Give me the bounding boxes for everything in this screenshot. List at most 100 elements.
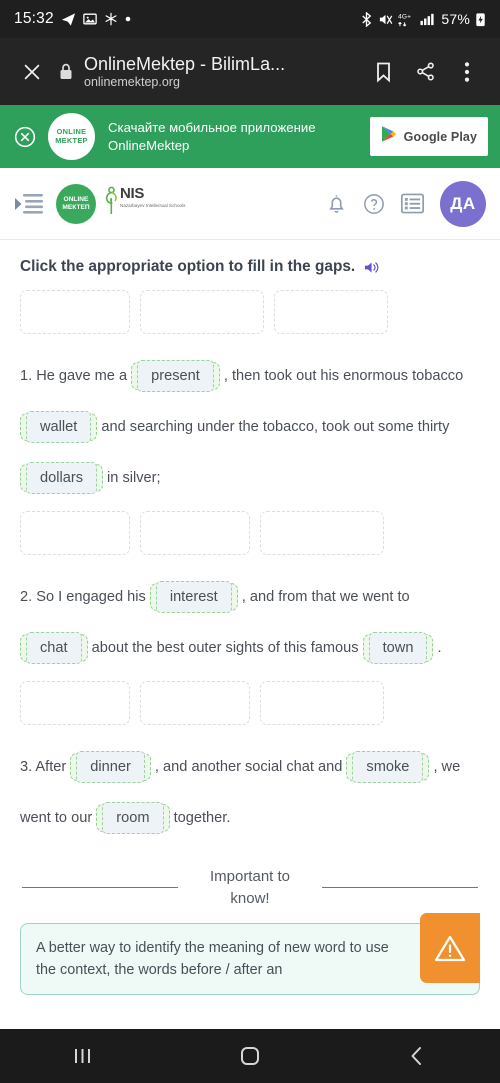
bell-icon[interactable] bbox=[326, 193, 347, 215]
sentence-text: in silver; bbox=[103, 470, 161, 486]
dropzone[interactable] bbox=[20, 290, 130, 334]
android-status-bar: 15:32 4G+ 57% bbox=[0, 0, 500, 38]
chip-label: dollars bbox=[26, 462, 97, 495]
dot-icon bbox=[125, 16, 131, 22]
status-bar-clock: 15:32 bbox=[14, 10, 54, 27]
sentence-text: 2. So I engaged his bbox=[20, 589, 150, 605]
promo-text: Скачайте мобильное приложение OnlineMekt… bbox=[108, 119, 316, 153]
lock-icon bbox=[52, 63, 80, 80]
nis-subtitle: Nazarbayev Intellectual Schools bbox=[120, 203, 186, 208]
onlinemektep-logo: ONLINE МЕКТЕП bbox=[56, 183, 96, 224]
dropzone[interactable] bbox=[274, 290, 388, 334]
google-play-label: Google Play bbox=[403, 129, 477, 144]
user-avatar[interactable]: ДА bbox=[440, 180, 486, 227]
google-play-button[interactable]: Google Play bbox=[369, 117, 488, 156]
filled-chip[interactable]: chat bbox=[20, 632, 88, 665]
back-icon[interactable] bbox=[377, 1045, 457, 1067]
exercise-block-1: 1. He gave me a present , then took out … bbox=[20, 290, 480, 504]
speaker-icon[interactable] bbox=[364, 260, 381, 275]
telegram-icon bbox=[61, 12, 76, 27]
address-display[interactable]: OnlineMektep - BilimLa... onlinemektep.o… bbox=[80, 54, 362, 90]
header-logo-line2: МЕКТЕП bbox=[62, 203, 90, 211]
battery-icon bbox=[475, 12, 486, 27]
dropzone[interactable] bbox=[20, 511, 130, 555]
sentence-1: 1. He gave me a present , then took out … bbox=[20, 351, 480, 504]
filled-chip[interactable]: dollars bbox=[20, 462, 103, 495]
page-url: onlinemektep.org bbox=[84, 75, 180, 90]
dropzone[interactable] bbox=[140, 290, 264, 334]
dropzone-row-1 bbox=[20, 290, 480, 334]
dropzone-row-3 bbox=[20, 681, 480, 725]
filled-chip[interactable]: present bbox=[131, 360, 220, 393]
close-circle-icon[interactable] bbox=[12, 126, 38, 148]
important-label: Important to know! bbox=[209, 868, 291, 907]
phone-screen: 15:32 4G+ 57% OnlineMektep - BilimLa... … bbox=[0, 0, 500, 1083]
home-icon[interactable] bbox=[210, 1045, 290, 1067]
dropzone[interactable] bbox=[260, 681, 384, 725]
chip-label: chat bbox=[26, 632, 82, 665]
status-bar-right: 4G+ 57% bbox=[360, 11, 486, 27]
sentence-text: about the best outer sights of this famo… bbox=[87, 640, 363, 656]
chip-label: town bbox=[368, 632, 428, 665]
sidebar-toggle-icon[interactable] bbox=[14, 192, 56, 216]
filled-chip[interactable]: dinner bbox=[70, 751, 151, 784]
sentence-text: and searching under the tobacco, took ou… bbox=[97, 419, 450, 435]
snowflake-icon bbox=[104, 12, 118, 26]
warning-triangle-icon bbox=[420, 912, 480, 983]
svg-text:4G+: 4G+ bbox=[398, 13, 411, 20]
dropzone[interactable] bbox=[140, 511, 250, 555]
promo-logo-line2: MEKTEP bbox=[55, 135, 88, 145]
divider-line-right bbox=[322, 887, 478, 889]
sentence-text: . bbox=[433, 640, 442, 656]
chip-label: smoke bbox=[352, 751, 424, 784]
info-text: A better way to identify the meaning of … bbox=[20, 922, 480, 996]
status-bar-left: 15:32 bbox=[14, 10, 131, 28]
google-play-icon bbox=[381, 125, 397, 148]
4g-plus-icon: 4G+ bbox=[398, 12, 415, 27]
page-title: OnlineMektep - BilimLa... bbox=[84, 53, 286, 74]
filled-chip[interactable]: smoke bbox=[346, 751, 430, 784]
filled-chip[interactable]: wallet bbox=[20, 411, 98, 444]
signal-icon bbox=[420, 12, 435, 26]
recents-icon[interactable] bbox=[43, 1046, 123, 1066]
android-nav-bar bbox=[0, 1029, 500, 1083]
question-circle-icon[interactable] bbox=[363, 193, 385, 215]
browser-toolbar: OnlineMektep - BilimLa... onlinemektep.o… bbox=[0, 38, 500, 105]
bluetooth-icon bbox=[360, 11, 373, 27]
exercise-content: Click the appropriate option to fill in … bbox=[0, 240, 500, 996]
task-instruction: Click the appropriate option to fill in … bbox=[20, 258, 480, 276]
battery-percent: 57% bbox=[441, 11, 470, 27]
chip-label: wallet bbox=[26, 411, 92, 444]
header-actions: ДА bbox=[326, 180, 486, 227]
task-instruction-text: Click the appropriate option to fill in … bbox=[20, 258, 356, 275]
sentence-text: 3. After bbox=[20, 759, 71, 775]
share-icon[interactable] bbox=[404, 61, 446, 82]
dropzone-row-2 bbox=[20, 511, 480, 555]
filled-chip[interactable]: interest bbox=[149, 581, 238, 614]
nis-name: NIS bbox=[120, 185, 145, 202]
nis-logo: NIS Nazarbayev Intellectual Schools bbox=[104, 186, 185, 221]
exercise-block-3: 3. After dinner , and another social cha… bbox=[20, 681, 480, 844]
mute-icon bbox=[378, 12, 393, 27]
close-tab-button[interactable] bbox=[12, 61, 52, 83]
header-logo-line1: ONLINE bbox=[63, 195, 89, 203]
info-callout: A better way to identify the meaning of … bbox=[20, 912, 480, 996]
list-icon[interactable] bbox=[401, 193, 424, 214]
bookmark-icon[interactable] bbox=[362, 61, 404, 83]
filled-chip[interactable]: room bbox=[96, 802, 170, 835]
app-promo-banner: ONLINE MEKTEP Скачайте мобильное приложе… bbox=[0, 105, 500, 168]
onlinemektep-logo-white: ONLINE MEKTEP bbox=[48, 113, 95, 160]
dropzone[interactable] bbox=[20, 681, 130, 725]
dropzone[interactable] bbox=[140, 681, 250, 725]
dropzone[interactable] bbox=[260, 511, 384, 555]
brand-logos[interactable]: ONLINE МЕКТЕП NIS Nazarbayev Intellectua… bbox=[56, 183, 185, 224]
chip-label: dinner bbox=[76, 751, 145, 784]
sentence-2: 2. So I engaged his interest , and from … bbox=[20, 572, 480, 674]
filled-chip[interactable]: town bbox=[362, 632, 434, 665]
exercise-block-2: 2. So I engaged his interest , and from … bbox=[20, 511, 480, 674]
overflow-menu-icon[interactable] bbox=[446, 61, 488, 83]
sentence-text: , and another social chat and bbox=[150, 759, 347, 775]
sentence-3: 3. After dinner , and another social cha… bbox=[20, 742, 480, 844]
site-header: ONLINE МЕКТЕП NIS Nazarbayev Intellectua… bbox=[0, 168, 500, 240]
sentence-text: , and from that we went to bbox=[237, 589, 410, 605]
